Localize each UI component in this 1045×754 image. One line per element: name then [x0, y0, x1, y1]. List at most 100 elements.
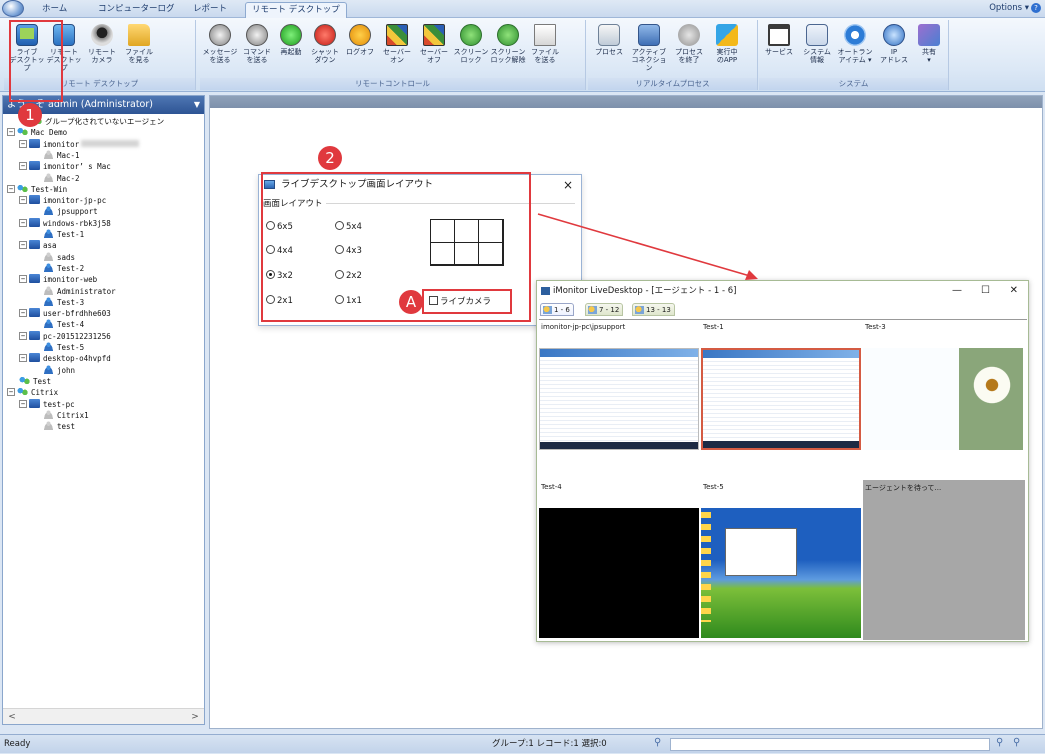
status-search-input[interactable] [670, 738, 990, 751]
tab-remote-desktop[interactable]: リモート デスクトップ [245, 2, 347, 18]
live-window-titlebar: iMonitor LiveDesktop - [エージェント - 1 - 6] … [537, 281, 1028, 301]
running-app-button[interactable]: 実行中 のAPP [712, 22, 742, 76]
kill-process-button[interactable]: プロセス を終了 [674, 22, 704, 76]
collapse-icon[interactable]: − [19, 218, 27, 227]
screen-lock-button[interactable]: スクリーン ロック [454, 22, 488, 76]
cell-agent-label: Test-5 [703, 483, 724, 491]
connection-button[interactable]: アクティブ コネクション [632, 22, 667, 76]
tree-node[interactable]: − test-pc [19, 398, 75, 411]
collapse-icon[interactable]: − [19, 162, 27, 171]
tree-node-label: Test-4 [57, 320, 85, 330]
restart-button[interactable]: 再起動 [276, 22, 306, 76]
live-desktop-cell[interactable]: Test-3 [863, 320, 1025, 480]
help-icon[interactable]: ? [1031, 3, 1041, 13]
tree-node[interactable]: − imonitor’ s Mac [19, 161, 111, 173]
app-menu-button[interactable] [2, 0, 24, 17]
collapse-icon[interactable]: − [19, 275, 27, 284]
dialog-close-button[interactable]: × [563, 175, 573, 195]
autorun-button[interactable]: オートラン アイテム ▾ [838, 22, 873, 76]
dropdown-icon[interactable]: ▼ [194, 96, 200, 114]
ribbon-button-label: アクティブ コネクション [631, 48, 667, 72]
collapse-icon[interactable]: − [19, 309, 27, 318]
tree-node[interactable]: Mac-2 [31, 172, 80, 185]
tree-node[interactable]: Test [7, 375, 51, 388]
logoff-button[interactable]: ログオフ [345, 22, 375, 76]
maximize-button[interactable]: ☐ [981, 281, 990, 301]
live-tab-1[interactable]: 1 - 6 [540, 303, 574, 316]
live-desktop-cell[interactable]: Test-5 [701, 480, 863, 640]
tree-node[interactable]: test [31, 421, 75, 433]
tree-node[interactable]: − imonitor-web [19, 274, 97, 286]
tree-node[interactable]: Test-3 [31, 296, 85, 309]
collapse-icon[interactable]: − [7, 388, 15, 397]
live-window-title: iMonitor LiveDesktop - [エージェント - 1 - 6] [553, 286, 737, 296]
shutdown-button[interactable]: シャット ダウン [310, 22, 340, 76]
tree-node[interactable]: − imonitor [19, 138, 140, 151]
tree-node[interactable]: − pc-201512231256 [19, 330, 111, 343]
minimize-button[interactable]: — [952, 281, 962, 301]
saver-on-button[interactable]: セーバー オン [382, 22, 412, 76]
autorun-icon [844, 24, 866, 46]
collapse-icon[interactable]: − [19, 241, 27, 250]
ribbon-button-label: システム 情報 [803, 48, 831, 64]
tree-node[interactable]: − asa [19, 240, 57, 252]
tree-node[interactable]: Mac-1 [31, 149, 80, 162]
tab-report[interactable]: レポート [187, 2, 233, 18]
live-tab-3[interactable]: 13 - 13 [632, 303, 675, 316]
tree-node-label: Test-3 [57, 297, 85, 307]
close-button[interactable]: ✕ [1010, 281, 1018, 301]
message-button[interactable]: メッセージ を送る [203, 22, 237, 76]
collapse-icon[interactable]: − [19, 399, 27, 408]
saver-off-button[interactable]: セーバー オフ [419, 22, 449, 76]
search-icon[interactable]: ⚲ [654, 737, 666, 749]
live-desktop-cell[interactable]: エージェントを待って... [863, 480, 1025, 640]
ip-address-button[interactable]: IP アドレス [879, 22, 909, 76]
tree-node[interactable]: Test-5 [31, 342, 84, 354]
file-view-button[interactable]: ファイル を見る [124, 22, 154, 76]
share-button[interactable]: 共有 ▾ [914, 22, 944, 76]
send-file-button[interactable]: ファイル を送る [530, 22, 560, 76]
tree-node[interactable]: Test-1 [31, 229, 84, 241]
live-desktop-cell[interactable]: Test-1 [701, 320, 863, 480]
collapse-icon[interactable]: − [7, 184, 15, 193]
computer-icon [29, 353, 40, 363]
horizontal-scrollbar[interactable]: < > [3, 708, 204, 724]
process-button[interactable]: プロセス [594, 22, 624, 76]
tree-node[interactable]: − desktop-o4hvpfd [19, 353, 111, 365]
ribbon-group: メッセージ を送る コマンド を送る 再起動 シャット ダウン ログオフ セーバー オンセ… [200, 20, 586, 90]
screen-unlock-button[interactable]: スクリーン ロック解除 [491, 22, 526, 76]
tree-node[interactable]: Test-4 [31, 319, 84, 331]
tree-node[interactable]: − Citrix [7, 387, 58, 399]
highlight-live-desktop [9, 20, 63, 102]
tree-node[interactable]: Test-2 [31, 262, 84, 275]
tree-node[interactable]: jpsupport [31, 206, 98, 218]
options-menu[interactable]: Options ▾? [989, 3, 1041, 13]
scroll-right-icon[interactable]: > [188, 710, 202, 724]
tree-node[interactable]: john [31, 364, 75, 377]
tree-node[interactable]: sads [31, 251, 75, 264]
tree-node[interactable]: Citrix1 [31, 409, 89, 422]
collapse-icon[interactable]: − [19, 196, 27, 205]
tree-node[interactable]: − user-bfrdhhe603 [19, 308, 111, 320]
live-tab-2[interactable]: 7 - 12 [585, 303, 624, 316]
command-button[interactable]: コマンド を送る [242, 22, 272, 76]
system-info-button[interactable]: システム 情報 [802, 22, 832, 76]
tree-node[interactable]: − imonitor-jp-pc [19, 195, 106, 207]
collapse-icon[interactable]: − [7, 128, 15, 137]
search-next-icon[interactable]: ⚲ [1013, 737, 1025, 749]
collapse-icon[interactable]: − [19, 354, 27, 363]
scroll-left-icon[interactable]: < [5, 710, 19, 724]
tree-node[interactable]: − windows-rbk3j58 [19, 217, 111, 230]
live-desktop-cell[interactable]: Test-4 [539, 480, 701, 640]
tree-node[interactable]: − Test-Win [7, 183, 67, 196]
remote-camera-button[interactable]: リモート カメラ [87, 22, 117, 76]
collapse-icon[interactable]: − [19, 331, 27, 340]
tree-node[interactable]: Administrator [31, 285, 116, 298]
live-desktop-cell[interactable]: imonitor-jp-pc\jpsupport [539, 320, 701, 480]
tree-node[interactable]: − Mac Demo [7, 127, 67, 139]
tab-home[interactable]: ホーム [36, 2, 73, 18]
collapse-icon[interactable]: − [19, 139, 27, 148]
tab-computer-log[interactable]: コンピューターログ [92, 2, 181, 18]
service-button[interactable]: サービス [764, 22, 794, 76]
search-prev-icon[interactable]: ⚲ [996, 737, 1008, 749]
